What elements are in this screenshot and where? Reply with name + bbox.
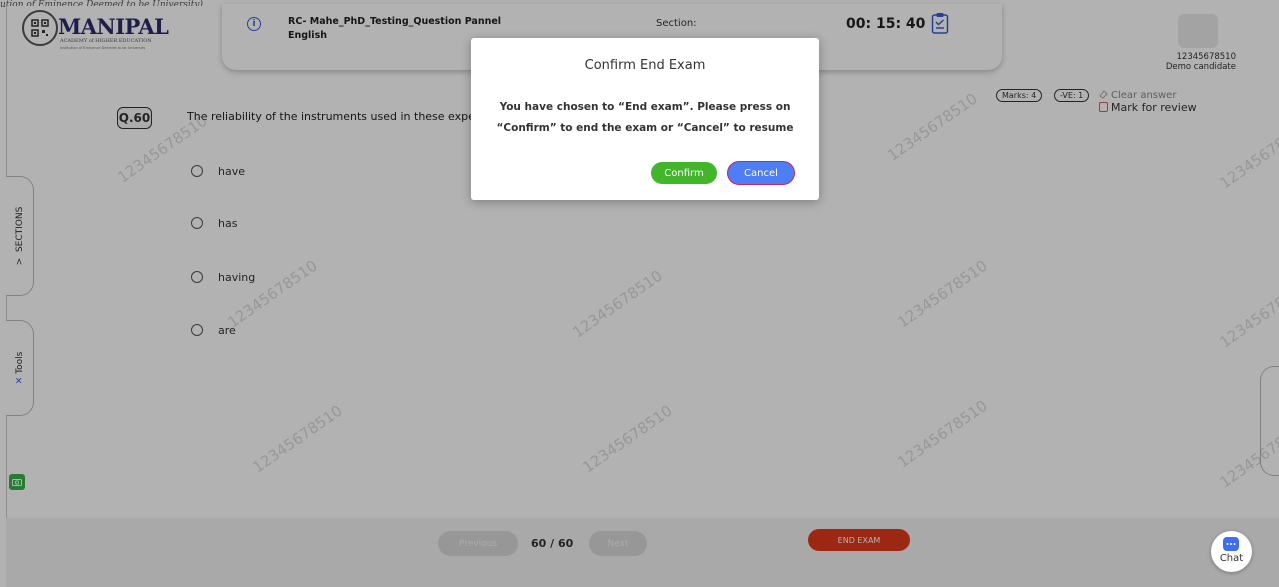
chat-label: Chat (1219, 553, 1244, 564)
dialog-title: Confirm End Exam (584, 58, 706, 73)
dialog-message-line-2: “Confirm” to end the exam or “Cancel” to… (496, 122, 794, 134)
chat-button[interactable]: Chat (1211, 531, 1252, 572)
confirm-button[interactable]: Confirm (651, 162, 717, 184)
chat-icon (1223, 537, 1239, 551)
cancel-button[interactable]: Cancel (727, 161, 795, 185)
confirm-end-exam-dialog: Confirm End Exam You have chosen to “End… (471, 38, 819, 200)
dialog-message-line-1: You have chosen to “End exam”. Please pr… (499, 101, 791, 113)
